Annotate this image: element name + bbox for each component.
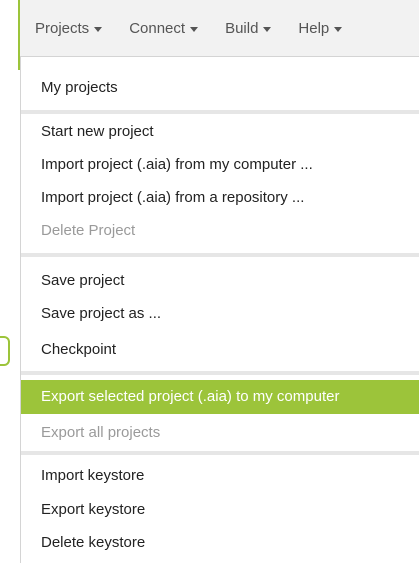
menu-bar: Projects Connect Build Help [20,0,419,57]
menu-help[interactable]: Help [298,19,343,37]
menu-divider [21,110,419,114]
caret-down-icon [190,26,199,32]
menu-help-label: Help [298,19,330,37]
menu-item-import-keystore[interactable]: Import keystore [21,459,419,493]
menu-divider [21,253,419,257]
menu-item-export-selected-project[interactable]: Export selected project (.aia) to my com… [21,380,419,414]
menu-item-import-from-repository[interactable]: Import project (.aia) from a repository … [21,181,419,215]
menu-item-export-keystore[interactable]: Export keystore [21,493,419,527]
menu-item-export-all-projects: Export all projects [41,424,161,441]
left-edge-tab [0,336,10,366]
app-frame: Projects Connect Build Help My projects … [0,0,419,563]
caret-down-icon [334,26,343,32]
caret-down-icon [94,26,103,32]
menu-connect[interactable]: Connect [129,19,199,37]
menu-item-my-projects[interactable]: My projects [21,71,419,105]
menu-connect-label: Connect [129,19,186,37]
menu-item-save-project[interactable]: Save project [21,264,419,298]
menu-item-delete-keystore[interactable]: Delete keystore [21,526,419,560]
menu-divider [21,371,419,375]
menu-item-delete-project: Delete Project [41,222,136,239]
menu-item-save-project-as[interactable]: Save project as ... [21,297,419,331]
menu-projects[interactable]: Projects [35,19,103,37]
menu-build-label: Build [225,19,259,37]
caret-down-icon [263,26,272,32]
projects-dropdown: My projects Start new project Import pro… [20,57,419,563]
menu-item-checkpoint[interactable]: Checkpoint [21,333,419,367]
menu-build[interactable]: Build [225,19,272,37]
menu-item-import-from-computer[interactable]: Import project (.aia) from my computer .… [21,148,419,182]
menu-item-start-new-project[interactable]: Start new project [21,115,419,149]
menu-divider [21,451,419,455]
menu-projects-label: Projects [35,19,90,37]
